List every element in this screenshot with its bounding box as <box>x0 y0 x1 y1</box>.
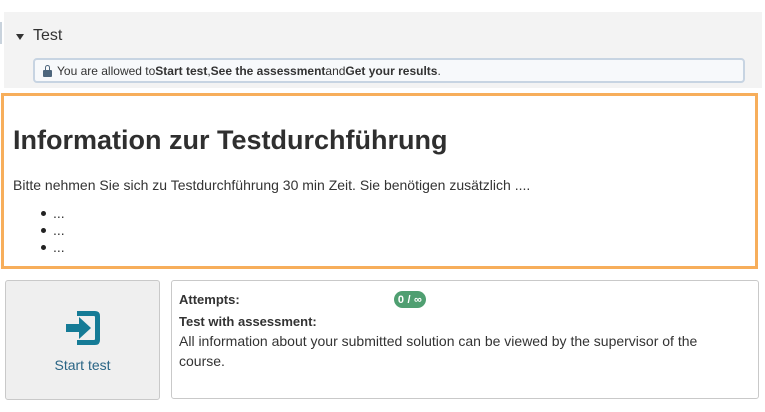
test-information-panel: Information zur Testdurchführung Bitte n… <box>1 93 758 269</box>
permission-suffix: . <box>437 63 441 78</box>
permission-see-assessment: See the assessment <box>210 63 326 78</box>
permission-start-test: Start test <box>155 63 208 78</box>
attempts-label: Attempts: <box>179 292 240 307</box>
assessment-title: Test with assessment: <box>179 314 317 329</box>
test-section-toggle[interactable]: Test <box>16 27 62 45</box>
enter-icon <box>66 311 100 345</box>
info-list-item: ... <box>41 239 65 256</box>
info-title: Information zur Testdurchführung <box>13 125 448 155</box>
info-list: ... ... ... <box>41 205 65 256</box>
assessment-description: All information about your submitted sol… <box>179 333 698 369</box>
lock-icon <box>43 64 52 77</box>
permission-prefix: You are allowed to <box>57 63 156 78</box>
test-panel: Test You are allowed to Start test , See… <box>4 12 762 88</box>
info-list-item: ... <box>41 205 65 222</box>
test-details-card: Attempts: 0 / ∞ Test with assessment: Al… <box>171 280 759 399</box>
start-test-button[interactable]: Start test <box>5 280 160 400</box>
left-edge-marker <box>0 22 2 44</box>
permission-conjunction: and <box>325 63 346 78</box>
info-text: Bitte nehmen Sie sich zu Testdurchführun… <box>13 177 531 193</box>
start-test-label: Start test <box>54 357 111 373</box>
info-list-item: ... <box>41 222 65 239</box>
attempts-badge: 0 / ∞ <box>394 291 426 308</box>
test-section-title: Test <box>33 27 63 44</box>
permission-get-results: Get your results <box>345 63 438 78</box>
caret-down-icon <box>16 33 24 40</box>
permission-message: You are allowed to Start test , See the … <box>33 58 745 83</box>
